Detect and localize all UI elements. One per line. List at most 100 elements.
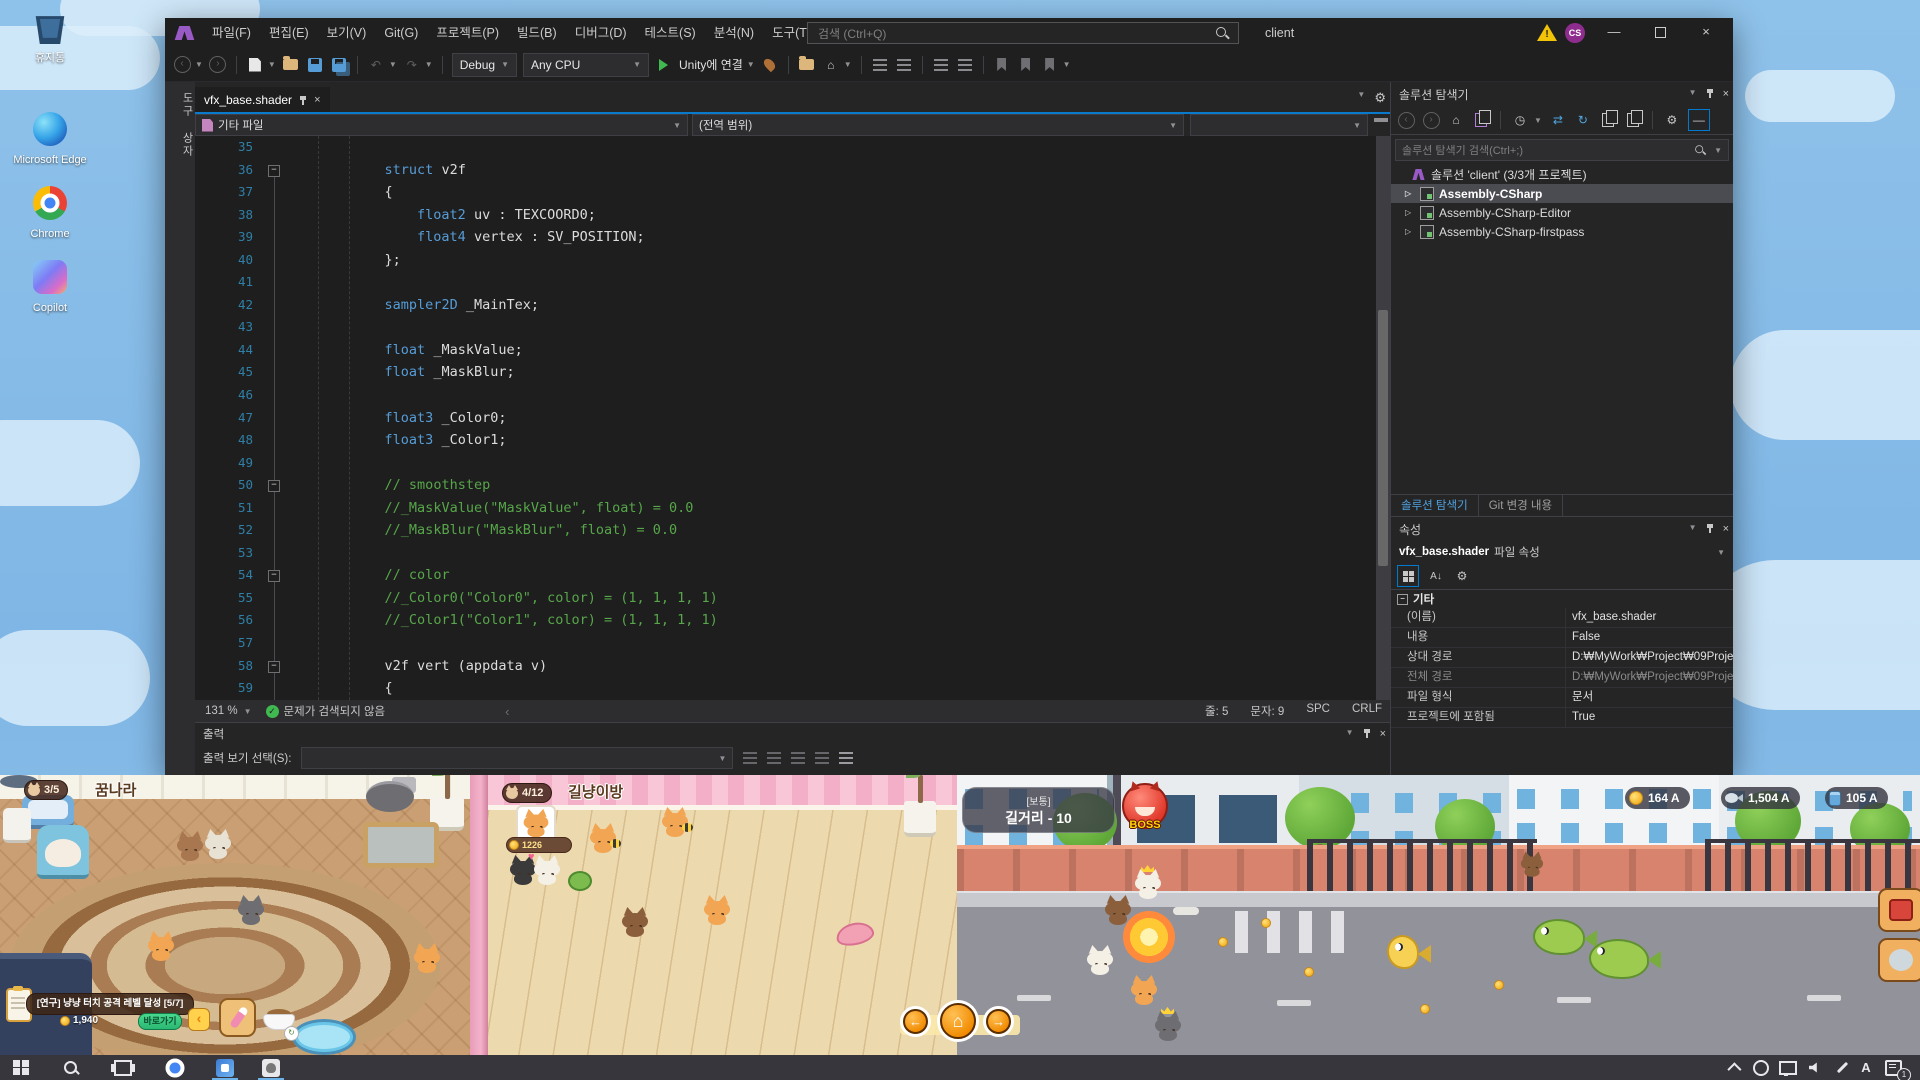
green-fish-enemy[interactable] [1589,939,1661,979]
project-row[interactable]: ▷ Assembly-CSharp [1391,184,1733,203]
taskbar-app-icon[interactable] [260,1057,282,1078]
properties-object-dropdown[interactable]: vfx_base.shader 파일 속성 ▼ [1391,541,1733,563]
close-icon[interactable]: × [1723,523,1729,535]
comment-icon[interactable] [932,56,950,74]
eol-indicator[interactable]: CRLF [1352,703,1382,719]
property-row[interactable]: 상대 경로 D:₩MyWork₩Project₩09Proje [1391,648,1733,668]
account-avatar[interactable]: CS [1565,23,1585,43]
open-folder-icon[interactable] [282,56,300,74]
start-button[interactable] [10,1057,32,1078]
gear-icon[interactable]: ⚙ [1374,90,1386,106]
food-bowl-button[interactable]: ↻ [263,1005,295,1039]
chevron-down-icon[interactable]: ▼ [389,60,397,69]
fold-marker[interactable] [253,407,287,430]
fold-marker[interactable] [253,452,287,475]
menu-item[interactable]: Git(G) [375,18,427,48]
desktop-icon[interactable]: Chrome [12,186,88,241]
menu-item[interactable]: 프로젝트(P) [427,18,508,48]
bookmark-next-icon[interactable] [1041,56,1059,74]
refresh-icon[interactable]: ↻ [1574,111,1592,129]
new-file-icon[interactable] [246,56,264,74]
taskbar-chrome-icon[interactable] [164,1057,186,1078]
indent-icon[interactable] [871,56,889,74]
chevron-down-icon[interactable]: ▼ [244,707,252,716]
volume-icon[interactable] [1804,1057,1826,1078]
navigate-back-icon[interactable]: ‹ [173,56,191,74]
fold-marker[interactable] [253,632,287,655]
taskbar-app-icon[interactable] [214,1057,236,1078]
cat[interactable] [1129,977,1159,1005]
cat-on-wall[interactable] [1519,853,1545,877]
coin[interactable] [1304,967,1314,977]
cat-pool[interactable] [292,1019,356,1055]
attach-to-unity-button[interactable]: Unity에 연결 [679,56,743,73]
zoom-level[interactable]: 131 % [205,705,238,717]
property-group-row[interactable]: − 기타 [1391,590,1733,608]
space-indicator[interactable]: SPC [1306,703,1330,719]
fold-marker[interactable] [253,519,287,542]
maximize-button[interactable] [1637,18,1683,48]
find-in-files-icon[interactable] [798,56,816,74]
cat[interactable] [532,857,562,885]
redo-icon[interactable]: ↷ [403,56,421,74]
property-pages-icon[interactable]: ⚙ [1453,567,1471,585]
nav-left-button[interactable]: ← [903,1009,928,1034]
pin-icon[interactable] [1363,728,1371,738]
home-icon[interactable]: ⌂ [822,56,840,74]
categorized-view-icon[interactable] [1397,565,1419,587]
fold-marker[interactable] [253,429,287,452]
item-button-fish[interactable] [1878,938,1920,982]
desktop-icon[interactable]: 휴지통 [12,10,88,65]
fold-marker[interactable] [253,542,287,565]
fold-marker[interactable] [253,136,287,159]
blue-armchair[interactable] [37,825,89,879]
menu-item[interactable]: 빌드(B) [508,18,566,48]
vertical-scrollbar[interactable] [1376,136,1390,700]
switch-views-icon[interactable] [1472,111,1490,129]
save-icon[interactable] [306,56,324,74]
menu-item[interactable]: 보기(V) [318,18,376,48]
pending-changes-filter-icon[interactable]: ◷ [1511,111,1529,129]
toolbox-vertical-tab[interactable]: 도구 상자 [165,92,195,158]
chevron-down-icon[interactable]: ▼ [1689,523,1697,535]
chevron-down-icon[interactable]: ▼ [425,60,433,69]
configuration-dropdown[interactable]: Debug▼ [452,53,517,77]
cat[interactable] [620,909,650,937]
cat[interactable] [412,945,442,973]
forward-icon[interactable]: › [1422,111,1440,129]
nav-home-button[interactable]: ⌂ [940,1003,976,1039]
turtle[interactable] [568,871,592,891]
fold-marker[interactable] [253,226,287,249]
expand-arrow-icon[interactable]: ▷ [1405,227,1415,236]
navigate-forward-icon[interactable]: › [209,56,227,74]
yellow-fish-enemy[interactable] [1387,935,1431,969]
green-fish-enemy[interactable] [1533,919,1597,955]
fold-marker[interactable] [253,677,287,700]
desktop-icon[interactable]: Microsoft Edge [12,112,88,167]
output-source-dropdown[interactable]: ▼ [301,747,733,769]
quick-search-box[interactable]: 검색 (Ctrl+Q) [807,22,1239,44]
project-row[interactable]: ▷ Assembly-CSharp-Editor [1391,203,1733,222]
tray-chevron-icon[interactable] [1722,1057,1744,1078]
cat[interactable] [702,897,732,925]
desktop-icon[interactable]: Copilot [12,260,88,315]
member-dropdown[interactable]: ▼ [1190,114,1368,136]
item-button-gift[interactable] [1878,888,1920,932]
chevron-down-icon[interactable]: ▼ [1534,116,1542,125]
uncomment-icon[interactable] [956,56,974,74]
cat[interactable] [660,809,690,837]
fold-marker[interactable] [253,655,287,678]
fold-marker[interactable] [253,384,287,407]
robot-vacuum[interactable] [366,781,414,812]
bookmark-icon[interactable] [993,56,1011,74]
home-icon[interactable]: ⌂ [1447,111,1465,129]
search-icon[interactable] [1214,25,1230,41]
scope-dropdown[interactable]: (전역 범위) ▼ [692,114,1184,136]
notification-center-icon[interactable]: 1 [1882,1057,1904,1078]
solution-explorer-search[interactable]: 솔루션 탐색기 검색(Ctrl+;) ▼ [1395,139,1729,161]
cat[interactable] [146,933,176,961]
fold-marker[interactable] [253,587,287,610]
undo-icon[interactable]: ↶ [367,56,385,74]
expand-arrow-icon[interactable]: ▷ [1405,189,1415,198]
fold-marker[interactable] [253,271,287,294]
